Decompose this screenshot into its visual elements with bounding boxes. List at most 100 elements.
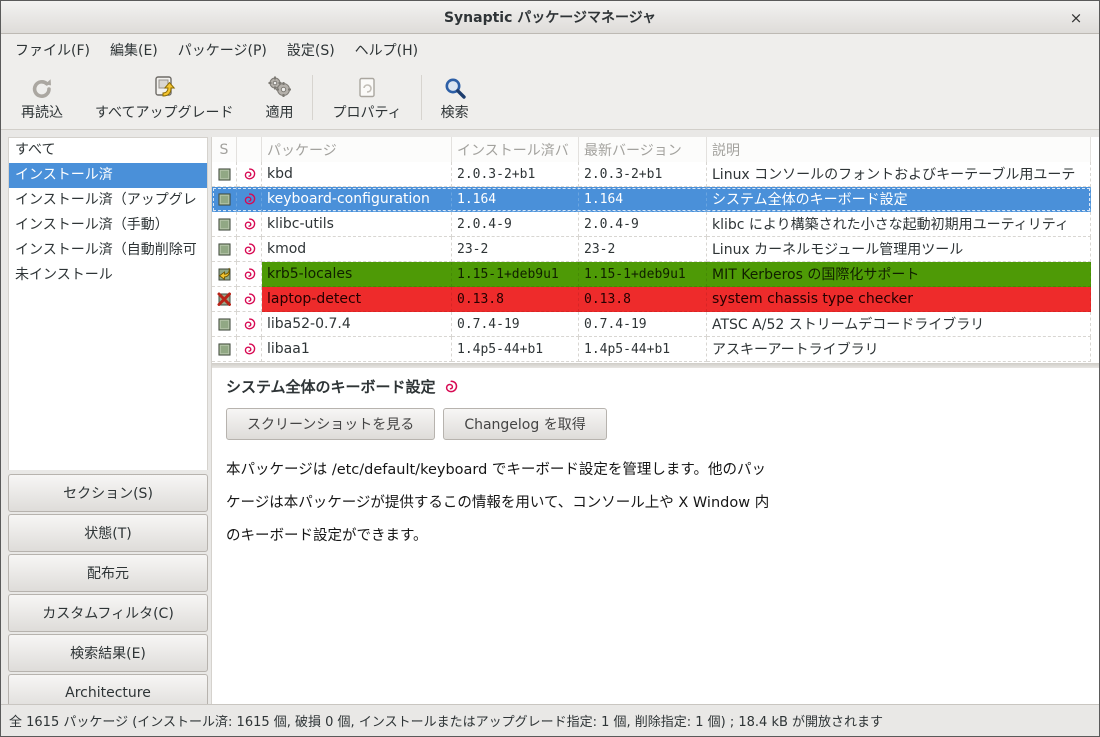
package-description: MIT Kerberos の国際化サポート	[707, 262, 1091, 287]
package-description: klibc により構築された小さな起動初期用ユーティリティ	[707, 212, 1091, 237]
table-row-marked-upgrade[interactable]: krb5-locales 1.15-1+deb9u1 1.15-1+deb9u1…	[212, 262, 1091, 287]
properties-button[interactable]: プロパティ	[316, 69, 417, 126]
upgrade-all-label: すべてアップグレード	[95, 102, 233, 122]
menu-settings[interactable]: 設定(S)	[277, 34, 345, 66]
upgrade-all-button[interactable]: すべてアップグレード	[79, 69, 249, 126]
apply-label: 適用	[265, 102, 293, 122]
installed-version: 2.0.4-9	[452, 212, 579, 237]
package-name: libaa1	[262, 337, 452, 362]
table-row[interactable]: klibc-utils 2.0.4-9 2.0.4-9 klibc により構築さ…	[212, 212, 1091, 237]
package-name: laptop-detect	[262, 287, 452, 312]
debian-swirl-icon	[237, 237, 262, 262]
installed-version: 1.15-1+deb9u1	[452, 262, 579, 287]
latest-version: 2.0.3-2+b1	[579, 162, 707, 187]
details-title: システム全体のキーボード設定	[226, 376, 436, 397]
status-installed-icon	[212, 337, 237, 362]
filter-item-installed-manual[interactable]: インストール済（手動）	[9, 213, 207, 238]
installed-version: 23-2	[452, 237, 579, 262]
package-description: system chassis type checker	[707, 287, 1091, 312]
view-screenshot-button[interactable]: スクリーンショットを見る	[226, 408, 435, 440]
sidebar-buttons: セクション(S) 状態(T) 配布元 カスタムフィルタ(C) 検索結果(E) A…	[8, 474, 208, 712]
latest-version: 0.13.8	[579, 287, 707, 312]
latest-version: 1.4p5-44+b1	[579, 337, 707, 362]
installed-version: 0.13.8	[452, 287, 579, 312]
package-description: システム全体のキーボード設定	[707, 187, 1091, 212]
table-header: S パッケージ インストール済バ 最新バージョン 説明	[212, 137, 1091, 162]
column-header-status[interactable]: S	[212, 137, 237, 162]
sections-button[interactable]: セクション(S)	[8, 474, 208, 512]
menu-file[interactable]: ファイル(F)	[5, 34, 100, 66]
origin-button[interactable]: 配布元	[8, 554, 208, 592]
table-row[interactable]: kmod 23-2 23-2 Linux カーネルモジュール管理用ツール	[212, 237, 1091, 262]
debian-swirl-icon	[237, 162, 262, 187]
column-header-latest-version[interactable]: 最新バージョン	[579, 137, 707, 162]
menu-package[interactable]: パッケージ(P)	[168, 34, 277, 66]
filter-item-installed-autoremovable[interactable]: インストール済（自動削除可	[9, 238, 207, 263]
column-header-supported[interactable]	[237, 137, 262, 162]
package-name: liba52-0.7.4	[262, 312, 452, 337]
close-icon[interactable]: ×	[1063, 1, 1089, 34]
status-button[interactable]: 状態(T)	[8, 514, 208, 552]
column-header-package[interactable]: パッケージ	[262, 137, 452, 162]
titlebar[interactable]: Synaptic パッケージマネージャ ×	[1, 1, 1099, 34]
debian-swirl-icon	[237, 262, 262, 287]
package-name: kbd	[262, 162, 452, 187]
latest-version: 1.15-1+deb9u1	[579, 262, 707, 287]
filter-item-not-installed[interactable]: 未インストール	[9, 263, 207, 288]
package-name: krb5-locales	[262, 262, 452, 287]
debian-swirl-icon	[237, 312, 262, 337]
debian-swirl-icon	[444, 380, 458, 394]
reload-icon	[30, 74, 54, 100]
column-header-description[interactable]: 説明	[707, 137, 1091, 162]
toolbar-separator	[421, 75, 422, 120]
filter-item-installed-upgradable[interactable]: インストール済（アップグレ	[9, 188, 207, 213]
menu-help[interactable]: ヘルプ(H)	[345, 34, 428, 66]
latest-version: 2.0.4-9	[579, 212, 707, 237]
debian-swirl-icon	[237, 212, 262, 237]
synaptic-window: Synaptic パッケージマネージャ × ファイル(F) 編集(E) パッケー…	[0, 0, 1100, 737]
search-icon	[443, 74, 467, 100]
statusbar: 全 1615 パッケージ (インストール済: 1615 個, 破損 0 個, イ…	[1, 704, 1099, 736]
status-upgrade-icon	[212, 262, 237, 287]
filter-item-installed[interactable]: インストール済	[9, 163, 207, 188]
filter-item-all[interactable]: すべて	[9, 138, 207, 163]
main-area: すべて インストール済 インストール済（アップグレ インストール済（手動） イン…	[1, 130, 1099, 704]
status-installed-icon	[212, 187, 237, 212]
package-description: アスキーアートライブラリ	[707, 337, 1091, 362]
table-row[interactable]: liba52-0.7.4 0.7.4-19 0.7.4-19 ATSC A/52…	[212, 312, 1091, 337]
installed-version: 1.164	[452, 187, 579, 212]
package-name: keyboard-configuration	[262, 187, 452, 212]
sidebar: すべて インストール済 インストール済（アップグレ インストール済（手動） イン…	[1, 137, 208, 704]
debian-swirl-icon	[237, 187, 262, 212]
table-row[interactable]: kbd 2.0.3-2+b1 2.0.3-2+b1 Linux コンソールのフォ…	[212, 162, 1091, 187]
get-changelog-button[interactable]: Changelog を取得	[443, 408, 606, 440]
reload-button[interactable]: 再読込	[5, 69, 79, 126]
package-table: S パッケージ インストール済バ 最新バージョン 説明 kbd	[212, 137, 1099, 363]
package-name: klibc-utils	[262, 212, 452, 237]
latest-version: 1.164	[579, 187, 707, 212]
latest-version: 23-2	[579, 237, 707, 262]
table-row[interactable]: libaa1 1.4p5-44+b1 1.4p5-44+b1 アスキーアートライ…	[212, 337, 1091, 362]
upgrade-all-icon	[151, 74, 177, 100]
toolbar: 再読込 すべてアップグレード 適用	[1, 66, 1099, 130]
package-long-description: 本パッケージは /etc/default/keyboard でキーボード設定を管…	[226, 454, 1085, 553]
search-label: 検索	[441, 102, 469, 122]
content-pane: S パッケージ インストール済バ 最新バージョン 説明 kbd	[211, 137, 1099, 704]
filter-list: すべて インストール済 インストール済（アップグレ インストール済（手動） イン…	[8, 137, 208, 470]
status-installed-icon	[212, 237, 237, 262]
description-line: 本パッケージは /etc/default/keyboard でキーボード設定を管…	[226, 454, 1085, 487]
table-row-selected[interactable]: keyboard-configuration 1.164 1.164 システム全…	[212, 187, 1091, 212]
custom-filters-button[interactable]: カスタムフィルタ(C)	[8, 594, 208, 632]
menu-edit[interactable]: 編集(E)	[100, 34, 168, 66]
apply-button[interactable]: 適用	[249, 69, 309, 126]
details-pane: システム全体のキーボード設定 スクリーンショットを見る Changelog を取…	[212, 368, 1099, 704]
reload-label: 再読込	[21, 102, 63, 122]
search-results-button[interactable]: 検索結果(E)	[8, 634, 208, 672]
package-description: Linux カーネルモジュール管理用ツール	[707, 237, 1091, 262]
search-button[interactable]: 検索	[425, 69, 485, 126]
document-icon	[355, 74, 379, 100]
debian-swirl-icon	[237, 287, 262, 312]
column-header-installed-version[interactable]: インストール済バ	[452, 137, 579, 162]
properties-label: プロパティ	[332, 102, 401, 122]
table-row-marked-removal[interactable]: laptop-detect 0.13.8 0.13.8 system chass…	[212, 287, 1091, 312]
